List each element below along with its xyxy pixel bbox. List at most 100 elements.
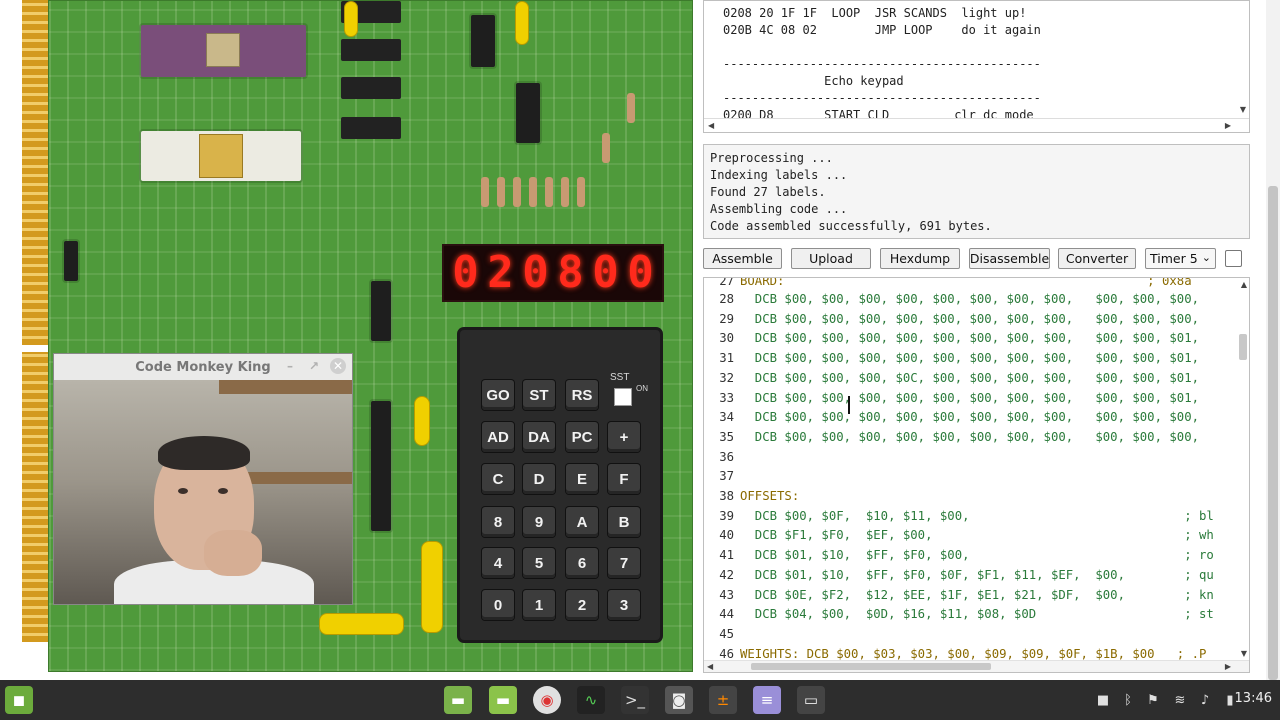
code-text: DCB $00, $00, $00, $0C, $00, $00, $00, $… [740, 370, 1200, 385]
sst-on-label: ON [636, 384, 648, 393]
editor-vertical-scrollbar[interactable]: ▲ ▼ [1237, 278, 1249, 672]
code-line: 32 DCB $00, $00, $00, $0C, $00, $00, $00… [704, 369, 1249, 389]
key-3: 3 [608, 590, 640, 620]
led-digit: 2 [487, 247, 514, 298]
code-text: DCB $00, $00, $00, $00, $00, $00, $00, $… [740, 410, 1200, 425]
ic-chip [341, 77, 401, 99]
upload-button[interactable]: Upload [791, 248, 871, 269]
key-0: 0 [482, 590, 514, 620]
resistor [602, 133, 610, 163]
code-line: 43 DCB $0E, $F2, $12, $EE, $1F, $E1, $21… [704, 586, 1249, 606]
resistor [561, 177, 569, 207]
key-plus: + [608, 422, 640, 452]
disassemble-button[interactable]: Disassemble [969, 248, 1050, 269]
ic-chip [341, 39, 401, 61]
line-number: 44 [719, 607, 734, 622]
maximize-icon[interactable]: ↗ [306, 358, 322, 374]
editor-horizontal-scrollbar[interactable]: ◀ ▶ [704, 660, 1249, 672]
listing-line: 020B 4C 08 02 JMP LOOP do it again [723, 23, 1041, 37]
files-icon[interactable]: ▬ [489, 686, 517, 714]
capacitor [344, 1, 358, 37]
sst-label: SST [610, 372, 630, 383]
ic-chip [471, 15, 495, 67]
key-b: B [608, 507, 640, 537]
mint-menu-icon[interactable]: ◼ [5, 686, 33, 714]
code-line: 28 DCB $00, $00, $00, $00, $00, $00, $00… [704, 290, 1249, 310]
scroll-thumb[interactable] [751, 663, 991, 670]
line-number: 37 [719, 469, 734, 484]
clock[interactable]: 13:46 [1235, 691, 1272, 706]
code-text: OFFSETS: [740, 489, 800, 503]
code-text: DCB $04, $00, $0D, $16, $11, $08, $0D ; … [740, 607, 1214, 622]
line-number: 39 [719, 508, 734, 523]
webcam-titlebar[interactable]: Code Monkey King – ↗ ✕ [54, 354, 352, 380]
scroll-right-icon[interactable]: ▶ [1225, 119, 1231, 132]
resistor [627, 93, 635, 123]
led-digit: 0 [522, 247, 549, 298]
scroll-thumb[interactable] [1239, 334, 1247, 360]
camera-icon[interactable]: ◙ [665, 686, 693, 714]
folder-icon[interactable]: ▬ [444, 686, 472, 714]
listing-line: ----------------------------------------… [723, 91, 1041, 105]
scroll-down-icon[interactable]: ▼ [1241, 649, 1247, 658]
listing-horizontal-scrollbar[interactable]: ◀ ▶ [704, 118, 1249, 132]
code-line: 33 DCB $00, $00, $00, $00, $00, $00, $00… [704, 389, 1249, 409]
scroll-left-icon[interactable]: ◀ [708, 119, 714, 132]
page-scroll-thumb[interactable] [1268, 186, 1278, 680]
ic-chip [371, 281, 391, 341]
resistor [481, 177, 489, 207]
hexdump-button[interactable]: Hexdump [880, 248, 960, 269]
resistor [497, 177, 505, 207]
terminal-icon[interactable]: >_ [621, 686, 649, 714]
code-text: DCB $F1, $F0, $EF, $00, ; wh [740, 528, 1214, 543]
person-hand [204, 530, 262, 576]
scroll-left-icon[interactable]: ◀ [707, 661, 713, 672]
sst-switch [614, 388, 632, 406]
volume-icon[interactable]: ♪ [1196, 691, 1214, 709]
webcam-tray-icon[interactable]: ■ [1094, 691, 1112, 709]
us-flag-icon[interactable]: ⚑ [1144, 691, 1162, 709]
scroll-up-icon[interactable]: ▲ [1241, 280, 1247, 289]
webcam-window[interactable]: Code Monkey King – ↗ ✕ [53, 353, 353, 605]
minimize-icon[interactable]: – [282, 358, 298, 374]
timer-select[interactable]: Timer 5 ⌄ [1145, 248, 1216, 269]
kim1-board-video: 0 2 0 8 0 0 SST ON GO ST RS AD DA PC + C… [0, 0, 700, 680]
chrome-icon[interactable]: ◉ [533, 686, 561, 714]
code-line: 44 DCB $04, $00, $0D, $16, $11, $08, $0D… [704, 605, 1249, 625]
listing-line: ----------------------------------------… [723, 57, 1041, 71]
code-line: 34 DCB $00, $00, $00, $00, $00, $00, $00… [704, 408, 1249, 428]
led-digit: 8 [557, 247, 584, 298]
code-editor[interactable]: 27 BOARD: ; 0x8a 28 DCB $00, $00, $00, $0… [703, 277, 1250, 673]
option-checkbox[interactable] [1225, 250, 1242, 267]
calculator-icon[interactable]: ± [709, 686, 737, 714]
listing-line: Echo keypad [723, 74, 904, 88]
scroll-down-icon[interactable]: ▼ [1240, 105, 1246, 114]
line-number: 41 [719, 548, 734, 563]
key-da: DA [523, 422, 555, 452]
ceramic-chip [141, 25, 306, 77]
line-number: 45 [719, 626, 734, 641]
converter-button[interactable]: Converter [1058, 248, 1136, 269]
key-e: E [566, 464, 598, 494]
system-monitor-icon[interactable]: ∿ [577, 686, 605, 714]
log-line: Indexing labels ... [710, 168, 848, 182]
assemble-button[interactable]: Assemble [703, 248, 782, 269]
page-scrollbar[interactable] [1266, 0, 1280, 680]
listing-text: 0208 20 1F 1F LOOP JSR SCANDS light up! 0… [704, 1, 1249, 124]
assembly-listing[interactable]: 0208 20 1F 1F LOOP JSR SCANDS light up! 0… [703, 0, 1250, 133]
text-cursor-icon [848, 396, 850, 414]
bluetooth-icon[interactable]: ᛒ [1119, 691, 1137, 709]
ic-chip [64, 241, 78, 281]
wifi-icon[interactable]: ≋ [1171, 691, 1189, 709]
code-line: 41 DCB $01, $10, $FF, $F0, $00, ; ro [704, 546, 1249, 566]
window-icon[interactable]: ▭ [797, 686, 825, 714]
close-icon[interactable]: ✕ [330, 358, 346, 374]
key-f: F [608, 464, 640, 494]
scroll-right-icon[interactable]: ▶ [1225, 661, 1231, 672]
key-c: C [482, 464, 514, 494]
text-editor-icon[interactable]: ≡ [753, 686, 781, 714]
code-line: 35 DCB $00, $00, $00, $00, $00, $00, $00… [704, 428, 1249, 448]
taskbar: ◼ ▬ ▬ ◉ ∿ >_ ◙ ± ≡ ▭ ■ ᛒ ⚑ ≋ ♪ ▮ 13:46 [0, 680, 1280, 720]
key-ad: AD [482, 422, 514, 452]
key-7: 7 [608, 548, 640, 578]
